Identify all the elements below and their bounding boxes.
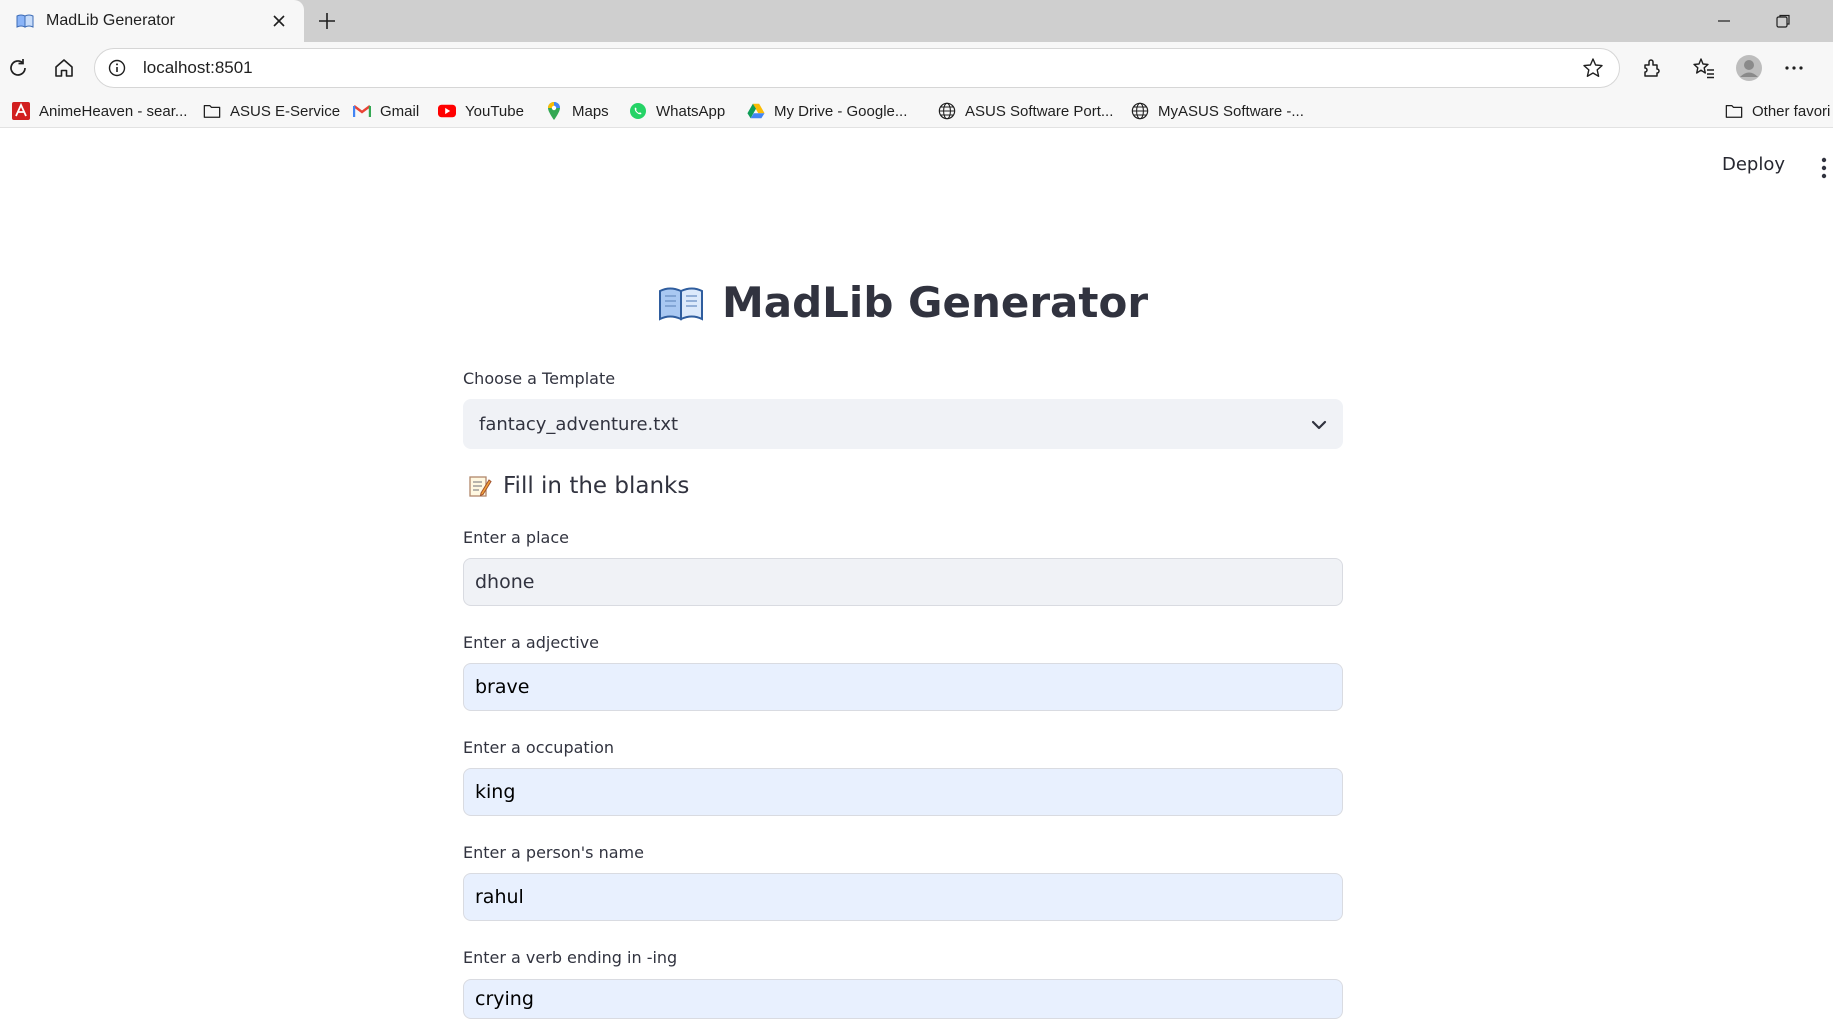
maps-icon <box>545 102 563 120</box>
template-select[interactable]: fantacy_adventure.txt <box>463 399 1343 449</box>
person-name-label: Enter a person's name <box>463 843 644 862</box>
bookmark-my-drive[interactable]: My Drive - Google... <box>747 100 907 122</box>
bookmarks-bar: AnimeHeaven - sear... ASUS E-Service Gma… <box>0 94 1833 128</box>
more-options-icon[interactable] <box>1778 52 1810 84</box>
section-header: Fill in the blanks <box>467 473 689 499</box>
verb-ing-input[interactable] <box>463 979 1343 1019</box>
bookmark-other-favorites[interactable]: Other favori <box>1725 100 1830 122</box>
drive-icon <box>747 102 765 120</box>
close-tab-icon[interactable] <box>268 10 290 32</box>
bookmark-maps[interactable]: Maps <box>545 100 609 122</box>
chevron-down-icon <box>1311 415 1327 434</box>
gmail-icon <box>353 102 371 120</box>
bookmark-myasus-software[interactable]: MyASUS Software -... <box>1131 100 1304 122</box>
bookmark-asus-software-portal[interactable]: ASUS Software Port... <box>938 100 1113 122</box>
bookmark-whatsapp[interactable]: WhatsApp <box>629 100 725 122</box>
globe-icon <box>1131 102 1149 120</box>
folder-icon <box>1725 102 1743 120</box>
tab-strip: MadLib Generator <box>0 0 1833 42</box>
memo-icon <box>467 473 493 499</box>
bookmark-asus-eservice[interactable]: ASUS E-Service <box>203 100 340 122</box>
globe-icon <box>938 102 956 120</box>
place-label: Enter a place <box>463 528 569 547</box>
animeheaven-icon <box>12 102 30 120</box>
bookmark-youtube[interactable]: YouTube <box>438 100 524 122</box>
bookmark-gmail[interactable]: Gmail <box>353 100 419 122</box>
extensions-icon[interactable] <box>1636 52 1668 84</box>
page-title-text: MadLib Generator <box>721 278 1149 327</box>
home-icon[interactable] <box>48 52 80 84</box>
new-tab-icon[interactable] <box>312 6 342 36</box>
adjective-input[interactable] <box>463 663 1343 711</box>
app-menu-icon[interactable] <box>1814 155 1833 181</box>
reload-icon[interactable] <box>2 52 34 84</box>
favorite-star-icon[interactable] <box>1577 52 1609 84</box>
page-title: MadLib Generator <box>463 278 1343 327</box>
browser-tab[interactable]: MadLib Generator <box>0 0 304 42</box>
section-header-text: Fill in the blanks <box>503 473 690 499</box>
address-bar[interactable]: localhost:8501 <box>94 48 1620 88</box>
template-label: Choose a Template <box>463 369 616 388</box>
browser-toolbar: localhost:8501 <box>0 42 1833 94</box>
youtube-icon <box>438 102 456 120</box>
occupation-input[interactable] <box>463 768 1343 816</box>
place-input[interactable] <box>463 558 1343 606</box>
url-text[interactable]: localhost:8501 <box>143 58 1577 78</box>
open-book-icon <box>16 12 34 30</box>
profile-avatar-icon[interactable] <box>1733 52 1765 84</box>
deploy-button[interactable]: Deploy <box>1722 154 1785 175</box>
open-book-icon <box>658 285 704 321</box>
bookmark-animeheaven[interactable]: AnimeHeaven - sear... <box>12 100 187 122</box>
occupation-label: Enter a occupation <box>463 738 615 757</box>
tab-title: MadLib Generator <box>46 12 175 29</box>
whatsapp-icon <box>629 102 647 120</box>
folder-icon <box>203 102 221 120</box>
minimize-icon[interactable] <box>1701 4 1747 38</box>
person-name-input[interactable] <box>463 873 1343 921</box>
favorites-icon[interactable] <box>1688 52 1720 84</box>
site-info-icon[interactable] <box>105 56 129 80</box>
adjective-label: Enter a adjective <box>463 633 599 652</box>
verb-ing-label: Enter a verb ending in -ing <box>463 948 678 967</box>
template-select-value: fantacy_adventure.txt <box>479 413 679 435</box>
restore-icon[interactable] <box>1760 4 1806 38</box>
